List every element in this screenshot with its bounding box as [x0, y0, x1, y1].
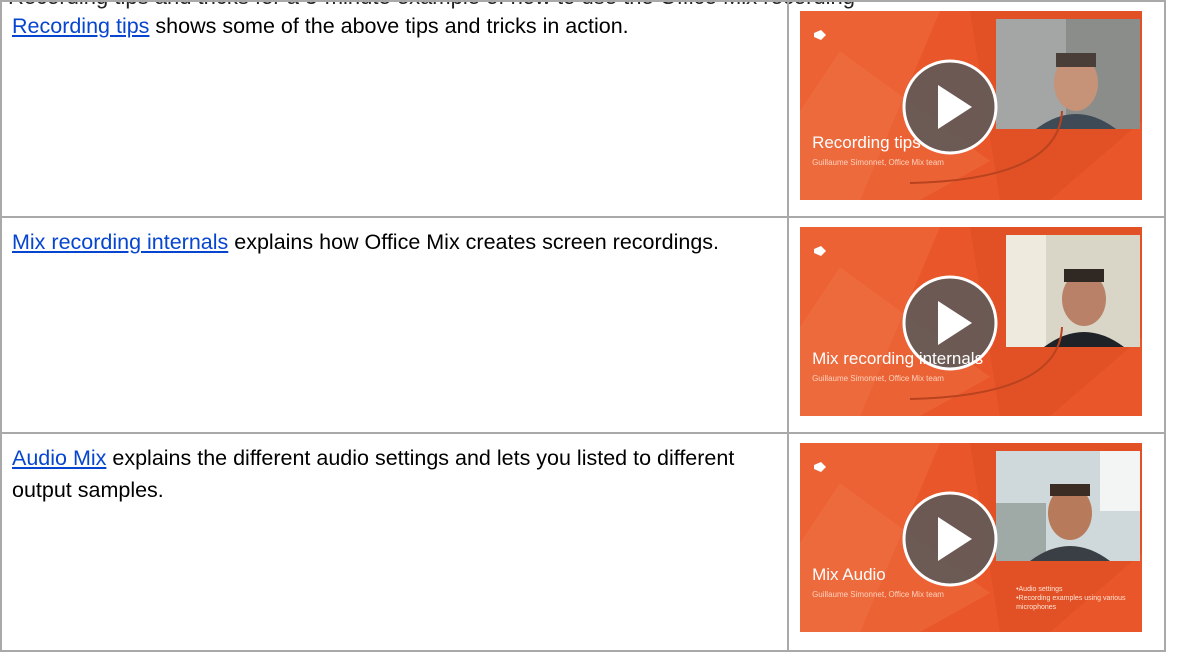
- recording-tips-link[interactable]: Recording tips: [12, 14, 149, 38]
- video-table: Recording tips shows some of the above t…: [0, 0, 1166, 652]
- thumbnail-subtitle: Guillaume Simonnet, Office Mix team: [812, 158, 944, 167]
- thumbnail-title: Mix recording internals: [812, 349, 984, 368]
- video-thumbnail[interactable]: Mix recording internals Guillaume Simonn…: [800, 227, 1143, 416]
- thumbnail-bullet: Recording examples using various microph…: [1016, 594, 1136, 612]
- table-row: Mix recording internals explains how Off…: [0, 216, 1166, 434]
- thumbnail-graphic: [800, 11, 1143, 200]
- mix-recording-internals-link[interactable]: Mix recording internals: [12, 230, 228, 254]
- thumbnail-cell: Mix recording internals Guillaume Simonn…: [787, 216, 1166, 434]
- table-row: Audio Mix explains the different audio s…: [0, 432, 1166, 652]
- thumbnail-title: Mix Audio: [812, 565, 886, 584]
- thumbnail-cell: Recording tips Guillaume Simonnet, Offic…: [787, 0, 1166, 218]
- description-text: explains the different audio settings an…: [12, 446, 735, 502]
- video-thumbnail[interactable]: Mix Audio Guillaume Simonnet, Office Mix…: [800, 443, 1143, 632]
- thumbnail-title: Recording tips: [812, 133, 921, 152]
- thumbnail-subtitle: Guillaume Simonnet, Office Mix team: [812, 590, 944, 599]
- document-page: Recording tips and tricks for a 3-minute…: [0, 0, 1182, 652]
- thumbnail-bullets: Audio settings Recording examples using …: [1016, 585, 1136, 612]
- thumbnail-bullet: Audio settings: [1016, 585, 1136, 594]
- description-cell: Recording tips shows some of the above t…: [0, 0, 790, 218]
- video-thumbnail[interactable]: Recording tips Guillaume Simonnet, Offic…: [800, 11, 1143, 200]
- audio-mix-link[interactable]: Audio Mix: [12, 446, 106, 470]
- thumbnail-graphic: [800, 227, 1143, 416]
- table-row: Recording tips shows some of the above t…: [0, 0, 1166, 218]
- description-text: explains how Office Mix creates screen r…: [228, 230, 720, 254]
- description-cell: Audio Mix explains the different audio s…: [0, 432, 790, 652]
- thumbnail-cell: Mix Audio Guillaume Simonnet, Office Mix…: [787, 432, 1166, 652]
- thumbnail-subtitle: Guillaume Simonnet, Office Mix team: [812, 374, 944, 383]
- description-cell: Mix recording internals explains how Off…: [0, 216, 790, 434]
- description-text: shows some of the above tips and tricks …: [149, 14, 629, 38]
